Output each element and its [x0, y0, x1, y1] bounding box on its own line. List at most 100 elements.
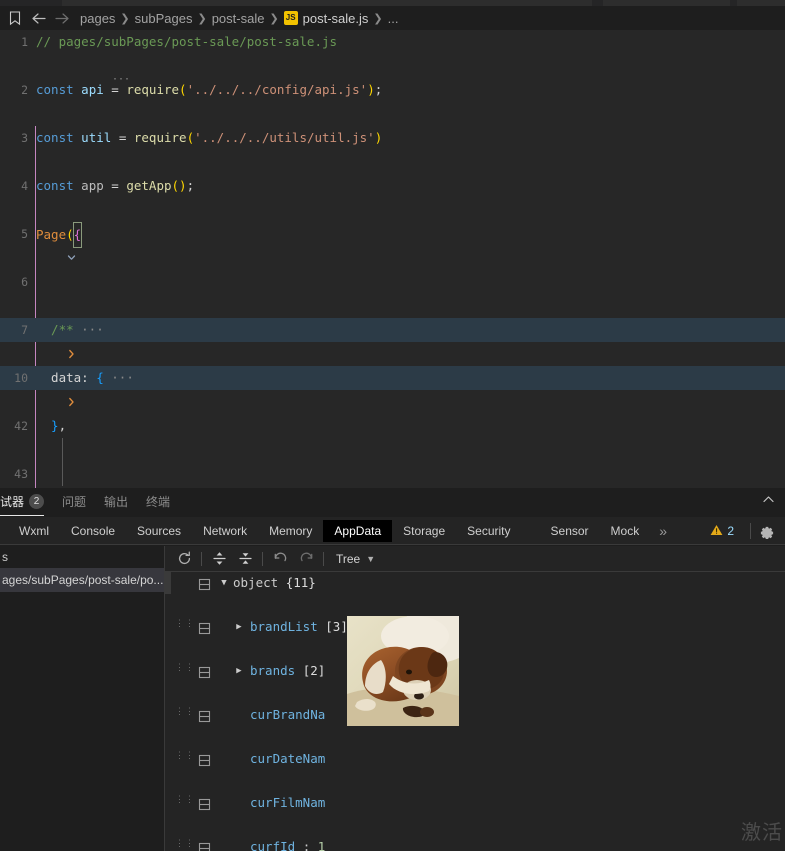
- fold-chevron-right-icon[interactable]: [14, 318, 74, 359]
- breadcrumb: pages ❯ subPages ❯ post-sale ❯ JS post-s…: [0, 6, 785, 30]
- tab-wxml[interactable]: Wxml: [8, 520, 60, 542]
- code-line[interactable]: 10 data: { ···: [0, 366, 785, 407]
- devtools-tab-bar: Wxml Console Sources Network Memory AppD…: [0, 517, 785, 545]
- collapse-all-icon[interactable]: [232, 547, 258, 571]
- tree-row-content: brands [2]: [250, 660, 325, 682]
- tab-sources[interactable]: Sources: [126, 520, 192, 542]
- copy-icon[interactable]: [198, 752, 211, 767]
- tree-separator: :: [302, 839, 311, 851]
- warning-count: 2: [727, 524, 734, 538]
- copy-icon[interactable]: [198, 796, 211, 811]
- tree-row-content: curDateNam: [250, 748, 325, 770]
- gear-icon[interactable]: [759, 523, 775, 539]
- fold-chevron-down-icon[interactable]: [14, 222, 76, 260]
- tab-appdata[interactable]: AppData: [323, 519, 393, 542]
- drag-handle-icon[interactable]: ⋮⋮: [175, 796, 194, 809]
- warning-indicator[interactable]: 2: [710, 524, 734, 539]
- tab-console[interactable]: Console: [60, 520, 126, 542]
- line-number: 1: [21, 35, 28, 49]
- drag-handle-icon[interactable]: ⋮⋮: [175, 708, 194, 721]
- drag-handle-icon[interactable]: ⋮⋮: [175, 752, 194, 765]
- code-line[interactable]: 6: [0, 270, 785, 294]
- tree-row-content: brandList [3]: [250, 616, 348, 638]
- tab-overflow-chevron-double-right-icon[interactable]: »: [650, 520, 676, 542]
- tree-row[interactable]: ⋮⋮ ▶ brandList [3]: [165, 616, 785, 638]
- breadcrumb-segment-post-sale[interactable]: post-sale: [212, 11, 265, 26]
- breadcrumb-overflow[interactable]: ...: [388, 11, 399, 26]
- refresh-icon[interactable]: [171, 547, 197, 571]
- expand-caret-icon[interactable]: ▼: [218, 572, 230, 594]
- code-line[interactable]: 42 },: [0, 414, 785, 438]
- line-number: 3: [21, 131, 28, 145]
- tree-row[interactable]: ⋮⋮ ▶ brands [2]: [165, 660, 785, 682]
- breadcrumb-segment-subpages[interactable]: subPages: [135, 11, 193, 26]
- expand-caret-icon[interactable]: ▶: [233, 616, 245, 638]
- redo-icon[interactable]: [293, 547, 319, 571]
- code-line[interactable]: 1 // pages/subPages/post-sale/post-sale.…: [0, 30, 785, 54]
- code-line[interactable]: 43: [0, 462, 785, 486]
- fold-chevron-right-icon[interactable]: [14, 366, 74, 407]
- back-arrow-icon[interactable]: [26, 8, 50, 28]
- tree-row-root[interactable]: ▼ object {11}: [165, 572, 785, 594]
- tab-security[interactable]: Security: [456, 520, 521, 542]
- code-editor[interactable]: 1 // pages/subPages/post-sale/post-sale.…: [0, 30, 785, 488]
- tab-network[interactable]: Network: [192, 520, 258, 542]
- panel-tab-problems[interactable]: 问题: [62, 488, 86, 515]
- code-text: /** ···: [36, 322, 104, 337]
- tab-storage[interactable]: Storage: [392, 520, 456, 542]
- breadcrumb-segment-pages[interactable]: pages: [80, 11, 115, 26]
- panel-collapse-chevron-up-icon[interactable]: [762, 493, 775, 509]
- view-mode-label: Tree: [336, 551, 361, 566]
- code-text: const util = require('../../../utils/uti…: [36, 130, 383, 145]
- root-count: {11}: [285, 575, 316, 590]
- tree-key: curFilmNam: [250, 795, 326, 810]
- copy-icon[interactable]: [198, 576, 211, 591]
- breadcrumb-file-name[interactable]: post-sale.js: [303, 11, 369, 26]
- tree-row[interactable]: ⋮⋮ curfId : 1: [165, 836, 785, 851]
- code-line[interactable]: 7 /** ···: [0, 318, 785, 359]
- view-mode-dropdown[interactable]: Tree ▼: [336, 552, 375, 566]
- code-line[interactable]: 4 const app = getApp();: [0, 174, 785, 198]
- copy-icon[interactable]: [198, 620, 211, 635]
- expand-caret-icon[interactable]: ▶: [233, 660, 245, 682]
- panel-tab-label: 问题: [62, 495, 87, 509]
- tab-memory[interactable]: Memory: [258, 520, 323, 542]
- tab-sensor[interactable]: Sensor: [540, 520, 600, 542]
- copy-icon[interactable]: [198, 664, 211, 679]
- tree-root-label: object {11}: [233, 572, 316, 594]
- bookmark-icon[interactable]: [4, 8, 26, 28]
- code-line[interactable]: 3 const util = require('../../../utils/u…: [0, 126, 785, 150]
- tab-mock[interactable]: Mock: [600, 520, 651, 542]
- tree-row[interactable]: ⋮⋮ curFilmNam: [165, 792, 785, 814]
- panel-tab-debugger[interactable]: 试器 2: [0, 488, 45, 516]
- panel-tab-output[interactable]: 输出: [104, 488, 128, 515]
- drag-handle-icon[interactable]: ⋮⋮: [175, 664, 194, 677]
- copy-icon[interactable]: [198, 708, 211, 723]
- expand-all-icon[interactable]: [206, 547, 232, 571]
- code-line[interactable]: 5 Page({: [0, 222, 785, 260]
- panel-tab-terminal[interactable]: 终端: [146, 488, 170, 515]
- tree-value: [3]: [325, 619, 348, 634]
- code-text: const api = require('../../../config/api…: [36, 82, 383, 97]
- sidebar-header: s: [2, 550, 8, 564]
- tree-row[interactable]: ⋮⋮ curBrandNa: [165, 704, 785, 726]
- breadcrumb-separator-icon: ❯: [269, 12, 279, 25]
- appdata-tree[interactable]: ▼ object {11} ⋮⋮ ▶ brandList [3] ⋮⋮ ▶ br…: [165, 572, 785, 851]
- tree-key: curDateNam: [250, 751, 326, 766]
- code-text: // pages/subPages/post-sale/post-sale.js: [36, 34, 338, 49]
- breadcrumb-separator-icon: ❯: [120, 12, 130, 25]
- drag-handle-icon[interactable]: ⋮⋮: [175, 620, 194, 633]
- debugger-file-sidebar[interactable]: s ages/subPages/post-sale/po...: [0, 546, 165, 851]
- forward-arrow-icon[interactable]: [50, 8, 74, 28]
- divider: [750, 523, 751, 539]
- tree-key: curBrandNa: [250, 707, 326, 722]
- sidebar-file-item[interactable]: ages/subPages/post-sale/po...: [0, 568, 165, 592]
- panel-tab-label: 试器: [0, 494, 25, 509]
- tree-row[interactable]: ⋮⋮ curDateNam: [165, 748, 785, 770]
- divider: [201, 551, 202, 566]
- drag-handle-icon[interactable]: ⋮⋮: [175, 840, 194, 851]
- line-number: 2: [21, 83, 28, 97]
- panel-tab-label: 输出: [104, 495, 129, 509]
- copy-icon[interactable]: [198, 840, 211, 851]
- undo-icon[interactable]: [267, 547, 293, 571]
